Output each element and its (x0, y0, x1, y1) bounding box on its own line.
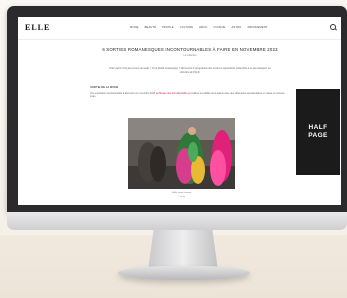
monitor-stand-neck (148, 230, 218, 270)
main-nav: MODE BEAUTÉ PEOPLE CULTURE DÉCO CUISINE … (130, 26, 268, 29)
nav-item-astro[interactable]: ASTRO (231, 26, 241, 29)
nav-item-people[interactable]: PEOPLE (162, 26, 174, 29)
monitor-chin (7, 212, 347, 230)
body-text: Une exposition incontournable à découvri… (90, 91, 156, 95)
search-icon[interactable] (330, 24, 336, 30)
photo-caption: Défilé haute couture (171, 192, 192, 194)
article: 6 SORTIES ROMANESQUES INCONTOURNABLES À … (90, 47, 290, 98)
half-page-ad-label: HALF PAGE (308, 124, 328, 139)
body-link[interactable]: au Musée des Arts décoratifs (156, 92, 187, 95)
site-header: ELLE MODE BEAUTÉ PEOPLE CULTURE DÉCO CUI… (18, 17, 341, 40)
half-page-ad[interactable]: HALF PAGE (296, 89, 340, 175)
monitor-screen: ELLE MODE BEAUTÉ PEOPLE CULTURE DÉCO CUI… (18, 17, 341, 205)
site-logo[interactable]: ELLE (25, 23, 50, 32)
nav-item-cuisine[interactable]: CUISINE (214, 26, 226, 29)
nav-item-deco[interactable]: DÉCO (199, 26, 207, 29)
nav-item-mode[interactable]: MODE (130, 26, 139, 29)
section-heading: SORTIE DE LA MODE (90, 84, 119, 89)
photo-credit: © Getty (178, 196, 185, 198)
runway-photo (128, 118, 235, 189)
nav-item-abonnement[interactable]: ABONNEMENT (247, 26, 267, 29)
nav-item-culture[interactable]: CULTURE (180, 26, 193, 29)
article-body: Une exposition incontournable à découvri… (90, 92, 290, 99)
article-title: 6 SORTIES ROMANESQUES INCONTOURNABLES À … (102, 47, 278, 52)
runway-photo-image (128, 118, 235, 189)
article-lede: Votre esprit n'est pas encore au mode ? … (109, 67, 271, 74)
article-byline: La rédaction (183, 54, 197, 57)
monitor-stand-base (118, 266, 250, 280)
nav-item-beaute[interactable]: BEAUTÉ (145, 26, 157, 29)
